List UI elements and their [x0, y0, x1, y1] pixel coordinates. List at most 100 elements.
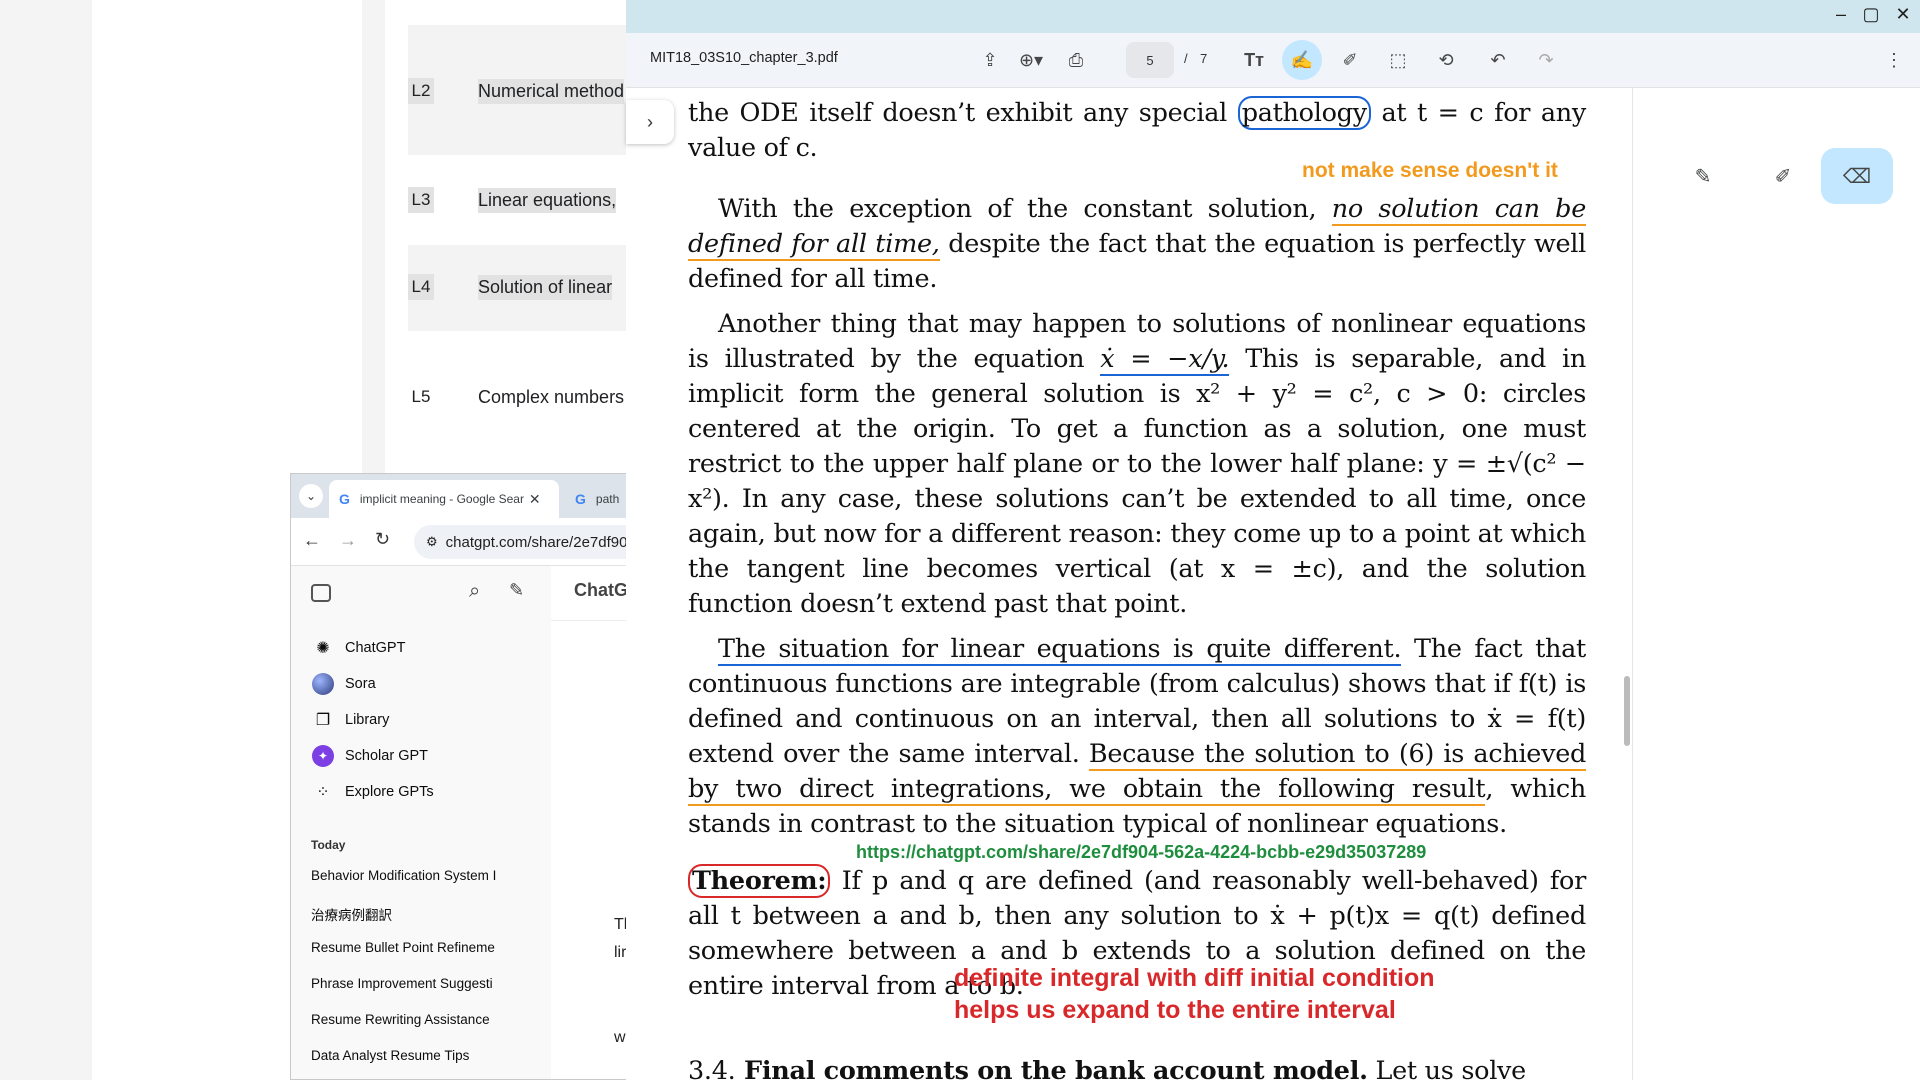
annotation-note-green: https://chatgpt.com/share/2e7df904-562a-…: [856, 842, 1427, 862]
scholar-gpt-icon: ✦: [311, 744, 335, 768]
sidebar-toggle-icon[interactable]: [311, 584, 331, 602]
text-run: the ODE itself doesn’t exhibit any speci…: [688, 98, 1238, 128]
share-icon[interactable]: ⇪: [970, 40, 1010, 80]
pdf-viewer-window: – ▢ ✕ MIT18_03S10_chapter_3.pdf ⇪ ⊕▾ ⎙ 5…: [626, 0, 1920, 1080]
tab-strip: ⌄ G implicit meaning - Google Sear ✕ G p…: [291, 474, 626, 518]
url-text[interactable]: chatgpt.com/share/2e7df90: [446, 534, 626, 551]
chatgpt-sidebar: ⌕ ✎ ✺ ChatGPT Sora ❐ Library ✦ Scholar G…: [291, 566, 551, 1079]
highlight-tool-icon[interactable]: ✐: [1330, 40, 1370, 80]
window-title-bar: – ▢ ✕: [626, 0, 1920, 33]
redo-icon[interactable]: ↷: [1526, 40, 1566, 80]
section-number: 3.4.: [688, 1056, 736, 1080]
sidebar-item-chatgpt[interactable]: ✺ ChatGPT: [311, 636, 405, 660]
course-row[interactable]: L2 Numerical method: [408, 77, 628, 105]
chatgpt-browser-window: ⌄ G implicit meaning - Google Sear ✕ G p…: [290, 473, 627, 1080]
site-info-icon[interactable]: ⚙: [426, 534, 438, 550]
zoom-icon[interactable]: ⊕▾: [1006, 40, 1056, 80]
course-title[interactable]: Complex numbers: [478, 385, 624, 410]
annotation-note-orange: not make sense doesn't it: [1302, 159, 1558, 182]
tab-title: path: [595, 492, 620, 506]
highlighter-icon[interactable]: ✐: [1763, 156, 1803, 196]
sidebar-item-label: ChatGPT: [345, 640, 406, 656]
openai-icon: ✺: [316, 640, 330, 657]
pdf-filename: MIT18_03S10_chapter_3.pdf: [650, 50, 838, 66]
google-icon: G: [575, 491, 586, 507]
page-separator: /: [1184, 51, 1188, 66]
chat-text-peek: w: [614, 1029, 626, 1046]
minimize-icon[interactable]: –: [1826, 4, 1856, 25]
history-section-label: Today: [311, 838, 346, 852]
maximize-icon[interactable]: ▢: [1856, 4, 1886, 25]
browser-tab[interactable]: G implicit meaning - Google Sear ✕: [329, 480, 559, 518]
underlined-text: The situation for linear equations is qu…: [718, 634, 1402, 666]
draw-tool-icon[interactable]: ✍: [1282, 40, 1322, 80]
course-row[interactable]: L4 Solution of linear: [408, 273, 628, 301]
underlined-text: ẋ = −x/y.: [1100, 344, 1230, 376]
address-bar-row: ← → ↻ ⚙ chatgpt.com/share/2e7df90: [291, 518, 626, 566]
browser-tab[interactable]: G path: [567, 480, 626, 518]
sidebar-expand-button[interactable]: ›: [626, 100, 674, 144]
circled-word: pathology: [1237, 96, 1371, 130]
course-title[interactable]: Solution of linear: [478, 274, 613, 300]
page-number-input[interactable]: 5: [1126, 42, 1174, 78]
sidebar-item-explore-gpts[interactable]: ⁘ Explore GPTs: [311, 780, 434, 804]
eraser-icon[interactable]: ⌫: [1821, 148, 1893, 204]
paragraph: The situation for linear equations is qu…: [688, 632, 1586, 842]
history-item[interactable]: Behavior Modification System I: [311, 868, 511, 883]
sidebar-item-label: Scholar GPT: [345, 748, 428, 764]
history-item[interactable]: Data Analyst Resume Tips: [311, 1048, 511, 1063]
circled-theorem-label: Theorem:: [688, 864, 831, 898]
sidebar-item-sora[interactable]: Sora: [311, 672, 376, 696]
chat-header-divider: [551, 620, 626, 621]
paragraph: Another thing that may happen to solutio…: [688, 307, 1586, 622]
course-code: L5: [411, 387, 431, 406]
course-code: L3: [408, 187, 434, 213]
course-row[interactable]: L3 Linear equations,: [408, 186, 628, 214]
pen-icon[interactable]: ✎: [1683, 156, 1723, 196]
more-options-icon[interactable]: ⋮: [1874, 40, 1914, 80]
chat-header-title[interactable]: ChatG: [574, 580, 626, 601]
new-chat-icon[interactable]: ✎: [509, 580, 524, 601]
course-title[interactable]: Numerical method: [478, 78, 625, 104]
course-title[interactable]: Linear equations,: [478, 187, 617, 213]
reload-icon[interactable]: ↻: [375, 529, 390, 550]
sidebar-item-library[interactable]: ❐ Library: [311, 708, 390, 732]
sidebar-item-label: Sora: [345, 676, 376, 692]
text-run: Let us solve: [1367, 1056, 1526, 1080]
paragraph: the ODE itself doesn’t exhibit any speci…: [688, 96, 1586, 166]
address-bar[interactable]: ⚙ chatgpt.com/share/2e7df90: [414, 525, 626, 559]
scrollbar-thumb[interactable]: [1624, 676, 1630, 746]
course-row[interactable]: L5 Complex numbers: [408, 383, 628, 411]
forward-icon[interactable]: →: [339, 530, 357, 551]
tab-title: implicit meaning - Google Sear: [359, 492, 524, 506]
section-heading: 3.4. Final comments on the bank account …: [688, 1054, 1586, 1080]
sidebar-item-label: Explore GPTs: [345, 784, 434, 800]
close-window-icon[interactable]: ✕: [1888, 4, 1918, 25]
history-item[interactable]: Resume Rewriting Assistance: [311, 1012, 511, 1027]
google-icon: G: [339, 491, 350, 507]
back-icon[interactable]: ←: [303, 530, 321, 551]
text-run: This is separable, and in implicit form …: [688, 344, 1586, 619]
paragraph: With the exception of the constant solut…: [688, 192, 1586, 297]
undo-icon[interactable]: ↶: [1478, 40, 1518, 80]
history-item[interactable]: Phrase Improvement Suggesti: [311, 976, 511, 991]
search-icon[interactable]: ⌕: [469, 580, 480, 603]
print-icon[interactable]: ⎙: [1056, 40, 1096, 80]
chevron-right-icon: ›: [647, 111, 653, 132]
section-title: Final comments on the bank account model…: [735, 1056, 1368, 1080]
text-run: With the exception of the constant solut…: [718, 194, 1332, 224]
course-code: L2: [408, 78, 434, 104]
close-tab-icon[interactable]: ✕: [529, 491, 541, 508]
history-item[interactable]: 治療病例翻訳: [311, 904, 511, 924]
text-tool-icon[interactable]: Tт: [1234, 40, 1274, 80]
tab-search-button[interactable]: ⌄: [299, 484, 323, 508]
sidebar-item-scholar-gpt[interactable]: ✦ Scholar GPT: [311, 744, 428, 768]
rotate-icon[interactable]: ⟲: [1426, 40, 1466, 80]
select-area-icon[interactable]: ⬚: [1378, 40, 1418, 80]
sora-icon: [311, 672, 335, 696]
annotation-note-red: definite integral with diff initial cond…: [954, 964, 1435, 992]
pdf-toolbar: MIT18_03S10_chapter_3.pdf ⇪ ⊕▾ ⎙ 5 / 7 T…: [626, 33, 1920, 88]
pdf-page[interactable]: the ODE itself doesn’t exhibit any speci…: [626, 88, 1632, 1080]
history-item[interactable]: Resume Bullet Point Refineme: [311, 940, 511, 955]
page-total: 7: [1200, 51, 1208, 66]
